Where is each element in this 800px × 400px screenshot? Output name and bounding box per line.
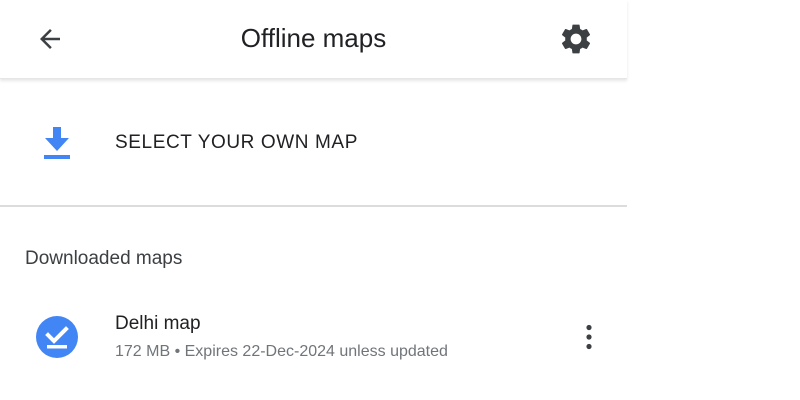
map-meta: 172 MB • Expires 22-Dec-2024 unless upda… (115, 343, 448, 360)
downloaded-maps-header: Downloaded maps (25, 248, 183, 269)
download-icon (36, 122, 78, 164)
page-title: Offline maps (240, 23, 387, 53)
select-own-map-button[interactable]: SELECT YOUR OWN MAP (0, 80, 627, 205)
gear-icon (561, 24, 591, 54)
app-bar: Offline maps (0, 0, 627, 79)
arrow-back-icon (40, 29, 60, 49)
more-vert-icon (586, 324, 592, 350)
map-name: Delhi map (115, 313, 201, 334)
screen: Offline maps SELECT YOUR OWN MAP Downloa… (0, 0, 800, 400)
check-circle-icon (36, 316, 78, 358)
divider (0, 205, 627, 207)
back-button[interactable] (24, 15, 76, 63)
more-options-button[interactable] (568, 316, 610, 358)
offline-maps-panel: Offline maps SELECT YOUR OWN MAP Downloa… (0, 0, 627, 400)
settings-button[interactable] (551, 15, 601, 63)
select-own-map-label: SELECT YOUR OWN MAP (115, 132, 358, 153)
list-item-delhi-map[interactable]: Delhi map 172 MB • Expires 22-Dec-2024 u… (0, 298, 627, 374)
